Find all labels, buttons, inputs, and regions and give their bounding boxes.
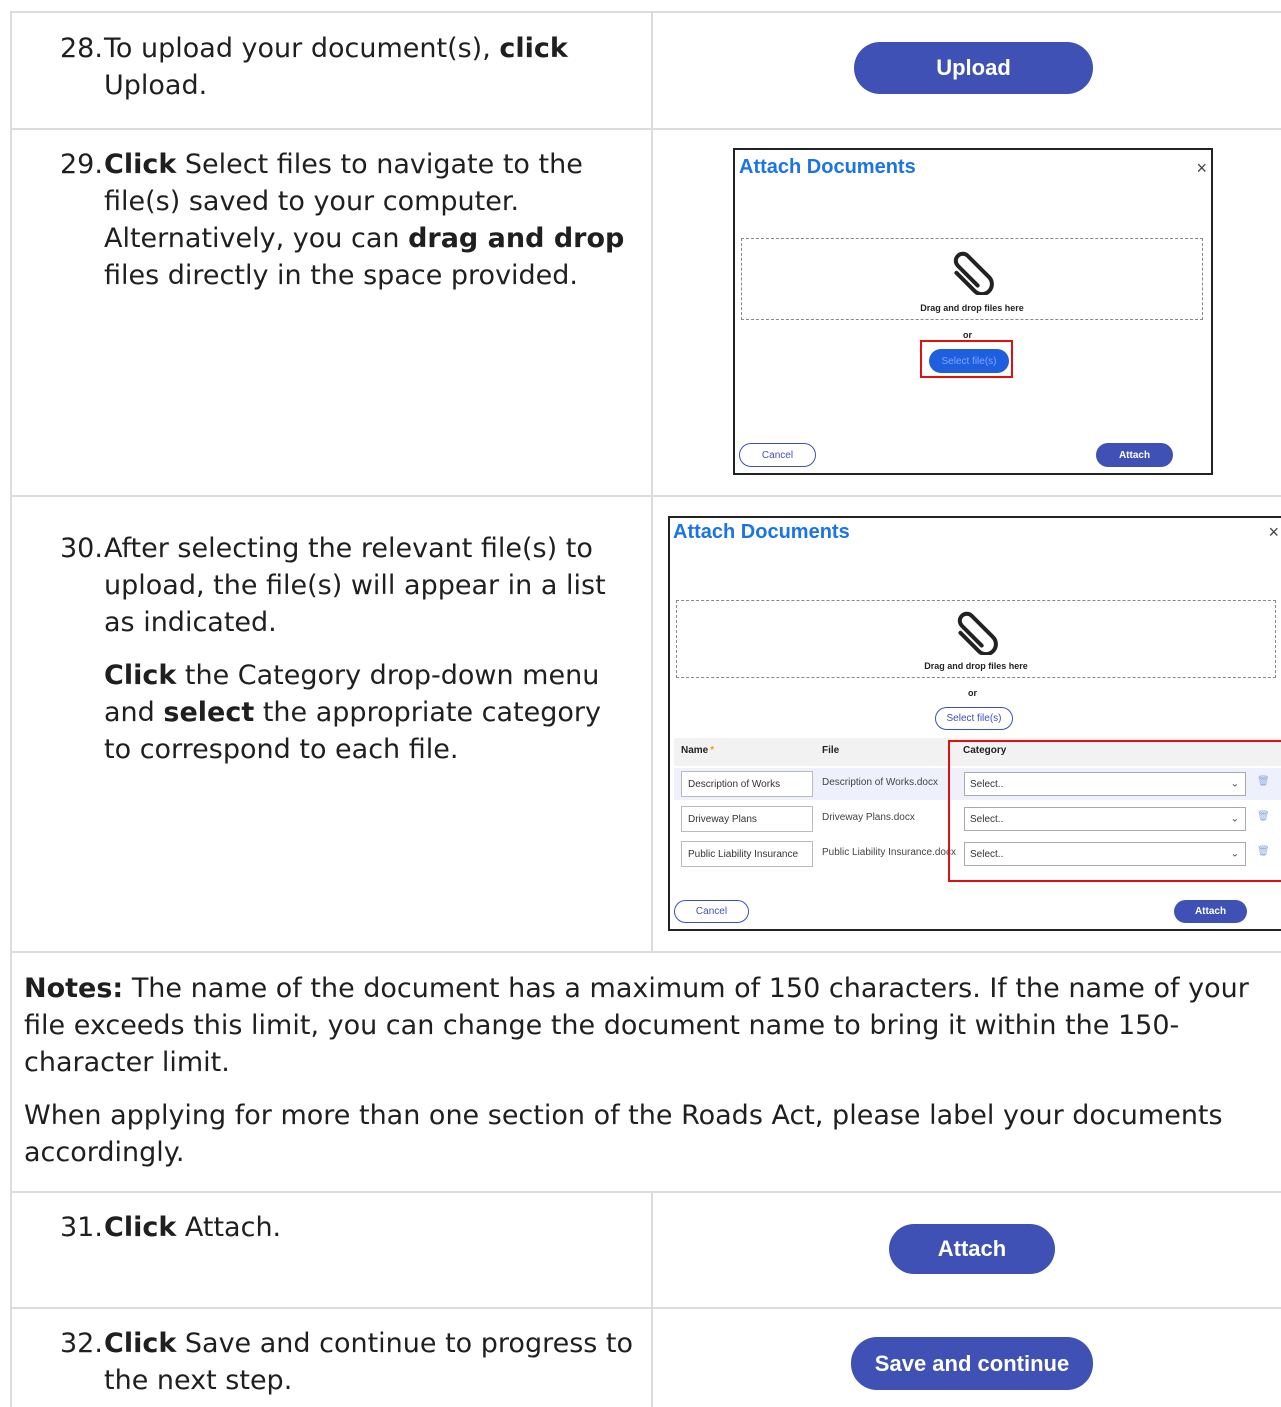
table-left-border xyxy=(10,12,12,1407)
row-divider xyxy=(10,495,1281,497)
step-number: 28. xyxy=(60,33,103,64)
attach-button[interactable]: Attach xyxy=(1174,900,1247,923)
step-28: 28. To upload your document(s), click Up… xyxy=(60,30,635,104)
step-text-2: Click the Category drop-down menu and se… xyxy=(104,660,601,765)
drop-zone[interactable]: Drag and drop files here xyxy=(741,238,1203,320)
notes-paragraph: Notes: The name of the document has a ma… xyxy=(24,973,1249,1078)
attach-button[interactable]: Attach xyxy=(1096,443,1173,467)
step-number: 30. xyxy=(60,533,103,564)
paperclip-icon xyxy=(957,611,998,655)
file-name: Description of Works.docx xyxy=(822,777,938,788)
document-name-field[interactable]: Driveway Plans xyxy=(681,806,813,832)
select-files-button[interactable]: Select file(s) xyxy=(935,707,1013,730)
close-icon[interactable]: × xyxy=(1268,522,1279,543)
step-number: 29. xyxy=(60,149,103,180)
document-name-field[interactable]: Public Liability Insurance xyxy=(681,841,813,867)
dialog-title: Attach Documents xyxy=(673,521,850,543)
file-column-header: File xyxy=(822,745,840,756)
paperclip-icon xyxy=(953,251,994,295)
close-icon[interactable]: × xyxy=(1196,158,1207,179)
drop-zone[interactable]: Drag and drop files here xyxy=(676,600,1276,678)
row-divider xyxy=(10,128,1281,130)
row-divider xyxy=(10,1307,1281,1309)
notes-paragraph-2: When applying for more than one section … xyxy=(24,1100,1223,1168)
upload-button[interactable]: Upload xyxy=(854,42,1093,94)
row-divider xyxy=(10,951,1281,953)
column-divider xyxy=(651,12,653,952)
name-column-header: Name * xyxy=(681,745,715,756)
row-divider xyxy=(10,11,1281,13)
file-name: Driveway Plans.docx xyxy=(822,812,915,823)
document-name-field[interactable]: Description of Works xyxy=(681,771,813,797)
or-label: or xyxy=(968,688,977,698)
attach-documents-dialog: Attach Documents × Drag and drop files h… xyxy=(733,148,1213,475)
attach-documents-dialog-list: Attach Documents × Drag and drop files h… xyxy=(668,516,1281,931)
notes-section: Notes: The name of the document has a ma… xyxy=(24,970,1274,1171)
step-30: 30. After selecting the relevant file(s)… xyxy=(60,530,635,768)
drop-zone-label: Drag and drop files here xyxy=(920,303,1024,313)
step-number: 32. xyxy=(60,1328,103,1359)
or-label: or xyxy=(963,330,972,340)
cancel-button[interactable]: Cancel xyxy=(674,900,749,923)
dialog-title: Attach Documents xyxy=(739,156,916,178)
step-32: 32. Click Save and continue to progress … xyxy=(60,1325,635,1399)
step-31: 31. Click Attach. xyxy=(60,1209,635,1246)
step-29: 29. Click Select files to navigate to th… xyxy=(60,146,635,294)
row-divider xyxy=(10,1191,1281,1193)
highlight-box xyxy=(948,740,1281,882)
drop-zone-label: Drag and drop files here xyxy=(924,661,1028,671)
step-text: Click Select files to navigate to the fi… xyxy=(104,149,625,291)
step-text: Click Save and continue to progress to t… xyxy=(104,1328,634,1396)
step-number: 31. xyxy=(60,1212,103,1243)
cancel-button[interactable]: Cancel xyxy=(739,443,816,467)
step-text: After selecting the relevant file(s) to … xyxy=(104,533,606,638)
step-text: Click Attach. xyxy=(104,1212,282,1243)
save-and-continue-button[interactable]: Save and continue xyxy=(851,1337,1093,1390)
attach-big-button[interactable]: Attach xyxy=(889,1224,1055,1274)
step-text: To upload your document(s), click Upload… xyxy=(104,33,568,101)
highlight-box xyxy=(920,340,1013,378)
column-divider xyxy=(651,1192,653,1407)
file-name: Public Liability Insurance.docx xyxy=(822,847,956,858)
